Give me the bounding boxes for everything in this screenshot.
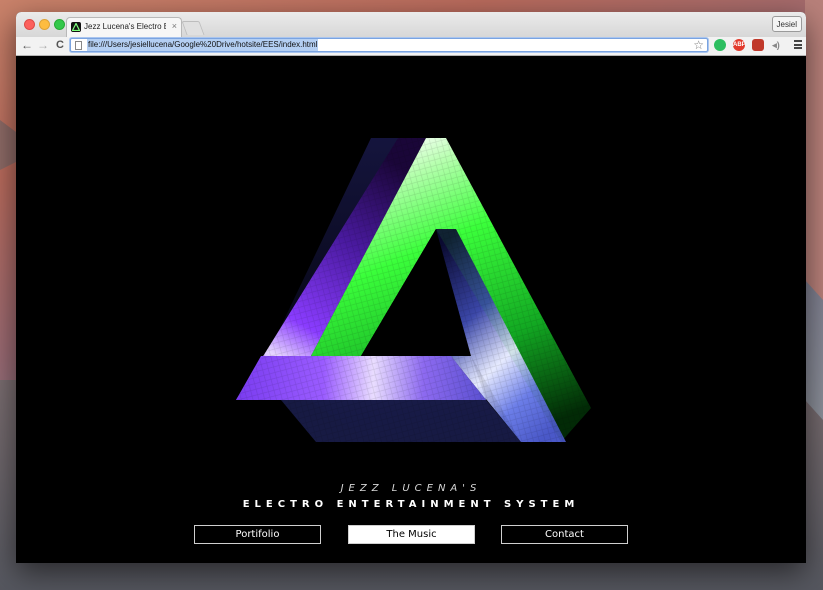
nav-button-portifolio[interactable]: Portifolio xyxy=(194,525,321,544)
page-subtitle: JEZZ LUCENA'S xyxy=(340,483,482,494)
evernote-icon[interactable] xyxy=(714,39,726,51)
minimize-window-button[interactable] xyxy=(39,19,50,30)
profile-button[interactable]: Jesiel xyxy=(771,16,802,32)
penrose-triangle-logo xyxy=(236,138,591,448)
nav-button-contact[interactable]: Contact xyxy=(501,525,628,544)
page-title: ELECTRO ENTERTAINMENT SYSTEM xyxy=(242,499,580,510)
tab-close-icon[interactable]: × xyxy=(172,21,177,31)
url-text[interactable]: file:///Users/jesiellucena/Google%20Driv… xyxy=(87,39,319,51)
tab-title: Jezz Lucena's Electro Ente xyxy=(84,22,166,31)
menu-icon[interactable] xyxy=(794,40,802,49)
title-bar: Jezz Lucena's Electro Ente × Jesiel xyxy=(16,12,806,37)
browser-toolbar: ← → C file:///Users/jesiellucena/Google%… xyxy=(16,37,806,56)
nav-button-the-music[interactable]: The Music xyxy=(348,525,475,544)
triangle-favicon-icon xyxy=(71,22,81,32)
bookmark-star-icon[interactable]: ☆ xyxy=(693,38,704,52)
reload-icon[interactable]: C xyxy=(53,37,67,53)
address-bar[interactable]: file:///Users/jesiellucena/Google%20Driv… xyxy=(70,38,708,52)
adblock-icon[interactable]: ABP xyxy=(733,39,746,51)
page-icon xyxy=(75,41,82,50)
browser-window: Jezz Lucena's Electro Ente × Jesiel ← → … xyxy=(16,12,806,563)
new-tab-button[interactable] xyxy=(181,21,205,35)
zoom-window-button[interactable] xyxy=(54,19,65,30)
back-arrow-icon[interactable]: ← xyxy=(20,37,34,53)
tab-active[interactable]: Jezz Lucena's Electro Ente × xyxy=(66,17,182,37)
forward-arrow-icon[interactable]: → xyxy=(36,37,50,53)
page-content: JEZZ LUCENA'S ELECTRO ENTERTAINMENT SYST… xyxy=(16,56,806,563)
close-window-button[interactable] xyxy=(24,19,35,30)
extension-icon[interactable] xyxy=(752,39,764,51)
speaker-icon[interactable]: ◂) xyxy=(770,39,782,51)
